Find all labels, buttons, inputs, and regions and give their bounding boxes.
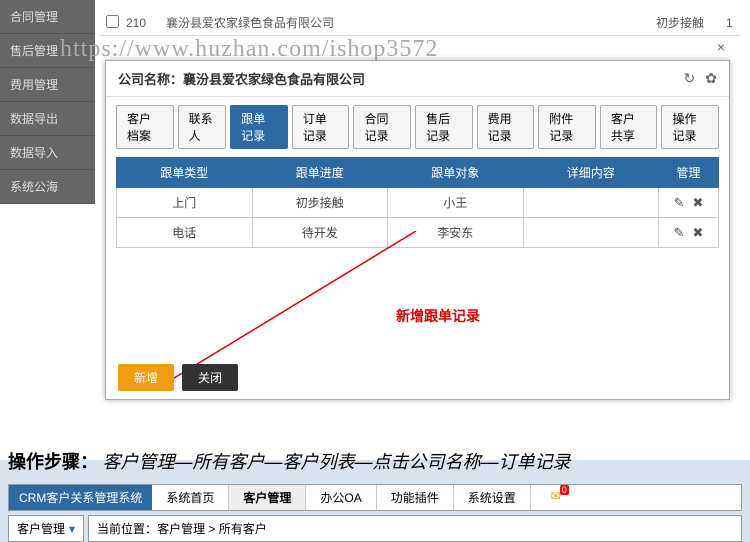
table-row[interactable]: 210 襄汾县爱农家绿色食品有限公司 初步接触 1 <box>100 10 740 36</box>
tab-archive[interactable]: 客户档案 <box>116 105 174 149</box>
sidebar: 合同管理 售后管理 费用管理 数据导出 数据导入 系统公海 <box>0 0 95 204</box>
tab-contacts[interactable]: 联系人 <box>178 105 227 149</box>
title-prefix: 公司名称： <box>118 72 183 87</box>
breadcrumb: 当前位置：客户管理 > 所有客户 <box>88 515 742 542</box>
modal-tabs: 客户档案 联系人 跟单记录 订单记录 合同记录 售后记录 费用记录 附件记录 客… <box>106 97 729 157</box>
nav-mail[interactable]: ✉0 <box>531 485 575 510</box>
title-company: 襄汾县爱农家绿色食品有限公司 <box>183 72 365 87</box>
background-table: 210 襄汾县爱农家绿色食品有限公司 初步接触 1 <box>100 10 740 36</box>
nav-customer[interactable]: 客户管理 <box>229 485 306 510</box>
tab-orders[interactable]: 订单记录 <box>292 105 350 149</box>
sidebar-item-export[interactable]: 数据导出 <box>0 102 95 136</box>
row-company: 襄汾县爱农家绿色食品有限公司 <box>160 14 650 31</box>
row-checkbox[interactable] <box>106 15 119 28</box>
sidebar-item-import[interactable]: 数据导入 <box>0 136 95 170</box>
row-num: 1 <box>720 16 740 30</box>
sidebar-item-contract[interactable]: 合同管理 <box>0 0 95 34</box>
nav-home[interactable]: 系统首页 <box>152 485 229 510</box>
cell-type: 上门 <box>117 188 253 218</box>
tab-contracts[interactable]: 合同记录 <box>353 105 411 149</box>
cell-detail <box>523 188 659 218</box>
refresh-icon[interactable]: ↻ <box>684 70 696 87</box>
row-status: 初步接触 <box>650 14 720 31</box>
instruction-text: 操作步骤： 客户管理—所有客户—客户列表—点击公司名称—订单记录 <box>8 448 571 474</box>
breadcrumb-left-label: 客户管理 <box>17 520 65 537</box>
col-detail: 详细内容 <box>523 158 659 188</box>
cell-detail <box>523 218 659 248</box>
nav-plugin[interactable]: 功能插件 <box>377 485 454 510</box>
nav-oa[interactable]: 办公OA <box>306 485 376 510</box>
cell-progress: 初步接触 <box>252 188 388 218</box>
bottom-nav: CRM客户关系管理系统 系统首页 客户管理 办公OA 功能插件 系统设置 ✉0 … <box>8 484 742 542</box>
tab-aftersale[interactable]: 售后记录 <box>415 105 473 149</box>
col-manage: 管理 <box>659 158 719 188</box>
gear-icon[interactable]: ✿ <box>705 70 717 87</box>
mail-badge: 0 <box>560 485 569 495</box>
sidebar-item-pool[interactable]: 系统公海 <box>0 170 95 204</box>
envelope-icon: ✉0 <box>551 489 561 503</box>
tab-share[interactable]: 客户共享 <box>600 105 658 149</box>
add-button[interactable]: 新增 <box>118 364 174 391</box>
delete-icon[interactable]: ✖ <box>689 195 708 210</box>
tab-followup[interactable]: 跟单记录 <box>230 105 288 149</box>
instruction-label: 操作步骤： <box>8 452 98 472</box>
nav-brand: CRM客户关系管理系统 <box>9 485 152 510</box>
annotation-text: 新增跟单记录 <box>396 306 480 326</box>
dropdown-icon: ▾ <box>69 522 75 536</box>
nav-settings[interactable]: 系统设置 <box>454 485 531 510</box>
col-type: 跟单类型 <box>117 158 253 188</box>
modal-title: 公司名称：襄汾县爱农家绿色食品有限公司 <box>118 69 365 88</box>
edit-icon[interactable]: ✎ <box>670 195 689 210</box>
close-icon[interactable]: × <box>717 39 725 55</box>
delete-icon[interactable]: ✖ <box>689 225 708 240</box>
breadcrumb-path: 客户管理 > 所有客户 <box>157 522 267 536</box>
cell-target: 小王 <box>388 188 524 218</box>
col-target: 跟单对象 <box>388 158 524 188</box>
breadcrumb-module[interactable]: 客户管理 ▾ <box>8 515 84 542</box>
edit-icon[interactable]: ✎ <box>670 225 689 240</box>
tab-expense[interactable]: 费用记录 <box>477 105 535 149</box>
table-row: 上门 初步接触 小王 ✎✖ <box>117 188 719 218</box>
row-id: 210 <box>120 16 160 30</box>
close-button[interactable]: 关闭 <box>182 364 238 391</box>
watermark: https://www.huzhan.com/ishop3572 <box>60 36 438 63</box>
tab-attachment[interactable]: 附件记录 <box>538 105 596 149</box>
modal-dialog: × 公司名称：襄汾县爱农家绿色食品有限公司 ↻ ✿ 客户档案 联系人 跟单记录 … <box>105 60 730 400</box>
col-progress: 跟单进度 <box>252 158 388 188</box>
tab-log[interactable]: 操作记录 <box>661 105 719 149</box>
instruction-steps: 客户管理—所有客户—客户列表—点击公司名称—订单记录 <box>103 452 571 472</box>
sidebar-item-expense[interactable]: 费用管理 <box>0 68 95 102</box>
breadcrumb-label: 当前位置： <box>97 522 157 536</box>
